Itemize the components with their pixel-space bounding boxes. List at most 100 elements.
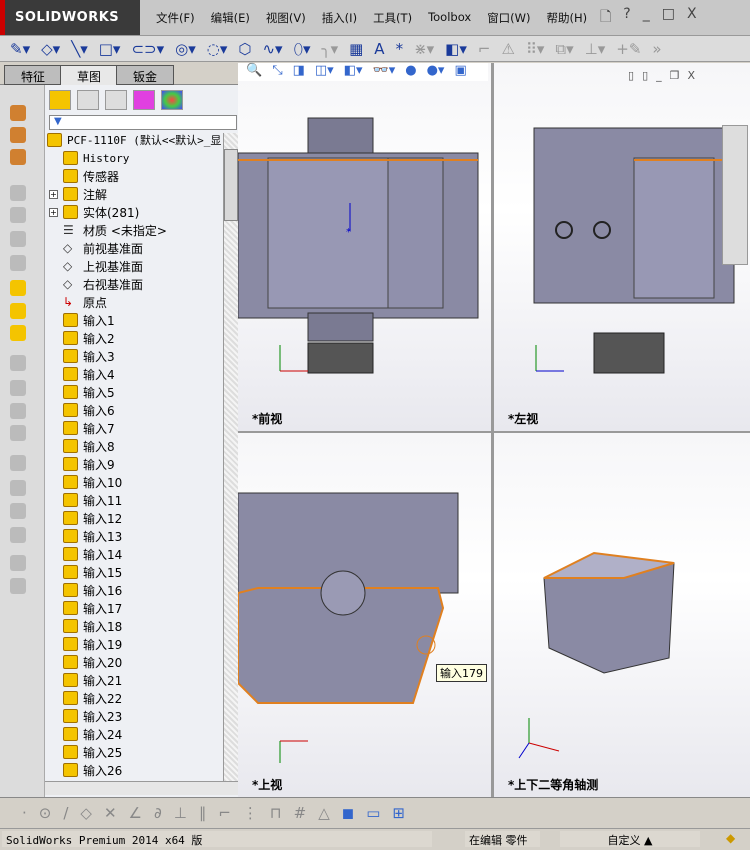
view-settings-icon[interactable]: ▣ [454,63,466,81]
spline-icon[interactable]: ∿▾ [262,40,282,58]
move-icon[interactable]: ⧉▾ [555,40,573,58]
sketch-tool-icon[interactable] [10,255,26,271]
offset-icon[interactable]: ⌐ [478,40,491,58]
convert-icon[interactable]: ◧▾ [445,40,467,58]
sketch-tool-icon[interactable] [10,149,26,165]
scene-icon[interactable]: ●▾ [427,63,445,81]
sketch-tool-icon[interactable] [10,455,26,471]
viewport-top[interactable]: *上视 [238,433,491,797]
3d-view-icon[interactable]: ◼ [342,804,354,822]
zoom-area-icon[interactable]: ⤡ [272,63,282,81]
tree-vertical-scrollbar[interactable] [223,133,238,781]
close-button[interactable]: X [687,6,697,30]
tree-item[interactable]: 输入20 [63,653,223,671]
dimxpert-tab-icon[interactable] [133,90,155,110]
units-selector[interactable]: 自定义 ▲ [560,831,700,847]
sketch-tool-icon[interactable] [10,425,26,441]
tree-horizontal-scrollbar[interactable] [45,781,238,795]
text-icon[interactable]: A [374,40,384,58]
tree-item[interactable]: ◇ 前视基准面 [63,239,223,257]
sketch-tool-icon[interactable] [10,355,26,371]
point-icon[interactable]: * [396,40,404,58]
trim-icon[interactable]: ⋇▾ [414,40,434,58]
tree-item[interactable]: ◇ 上视基准面 [63,257,223,275]
sketch-tool-icon[interactable] [10,105,26,121]
tree-item[interactable]: 输入12 [63,509,223,527]
maximize-button[interactable]: □ [662,6,675,30]
task-pane-tabs[interactable] [722,125,748,265]
menu-item[interactable]: Toolbox [420,10,479,26]
sketch-tool-icon[interactable] [10,503,26,519]
tag-icon[interactable]: ◆ [726,831,735,845]
viewport-minimize-icon[interactable]: _ [656,69,662,82]
warning-icon[interactable]: ⚠ [501,40,514,58]
sketch-tool-icon[interactable] [10,555,26,571]
tree-item[interactable]: 输入22 [63,689,223,707]
menu-item[interactable]: 插入(I) [314,10,365,26]
tree-item[interactable]: 输入19 [63,635,223,653]
display-style-icon[interactable]: ◧▾ [344,63,363,81]
tree-item[interactable]: 传感器 [63,167,223,185]
viewport-front[interactable]: * *前视 [238,63,491,431]
line-icon[interactable]: / [63,804,68,822]
tree-item[interactable]: 输入7 [63,419,223,437]
viewport-close-icon[interactable]: X [688,69,696,82]
grid-icon[interactable]: ⋮ [243,804,258,822]
expand-icon[interactable]: + [49,207,58,217]
menu-item[interactable]: 窗口(W) [479,10,538,26]
tree-item[interactable]: 输入15 [63,563,223,581]
tree-item[interactable]: 输入21 [63,671,223,689]
viewport-isometric[interactable]: *上下二等角轴测 [494,433,750,797]
tree-item[interactable]: 输入5 [63,383,223,401]
tree-item[interactable]: + 实体(281) [49,203,223,221]
sketch-tool-icon[interactable] [10,325,26,341]
menu-item[interactable]: 工具(T) [365,10,420,26]
menu-item[interactable]: 视图(V) [258,10,314,26]
polygon-icon[interactable]: ◇ [80,804,92,822]
sketch-tool-icon[interactable] [10,280,26,296]
triangle-icon[interactable]: △ [318,804,330,822]
tangent-icon[interactable]: ∂ [154,804,162,822]
tree-item[interactable]: ☰ 材质 <未指定> [63,221,223,239]
sketch-icon[interactable]: ✎▾ [10,40,30,58]
tab-sketch[interactable]: 草图 [60,65,118,87]
intersect-icon[interactable]: ✕ [104,804,117,822]
four-view-icon[interactable]: ⊞ [392,804,405,822]
smart-dimension-icon[interactable]: ◇▾ [41,40,60,58]
horizontal-splitter[interactable] [238,431,750,433]
tab-sheet-metal[interactable]: 钣金 [116,65,174,85]
tree-item[interactable]: History [63,149,223,167]
view-orientation-icon[interactable]: ◫▾ [315,63,334,81]
tree-filter-input[interactable]: ▼ [49,115,237,130]
tree-item[interactable]: 输入14 [63,545,223,563]
tree-item[interactable]: 输入6 [63,401,223,419]
graphics-area[interactable]: * *前视 *左视 *上视 *上下二等角轴测 🔍 ⤡ ◨ ◫▾ ◧▾ 👓▾ ● ●▾ ▣ ▯ ▯ _… [238,63,750,797]
tree-root[interactable]: PCF-1110F (默认<<默认>_显 [47,133,223,149]
plane-icon[interactable]: ▦ [349,40,363,58]
sketch-tool-icon[interactable] [10,380,26,396]
configuration-manager-tab-icon[interactable] [105,90,127,110]
new-document-icon[interactable]: 🗋 [600,6,611,30]
tree-item[interactable]: 输入17 [63,599,223,617]
repair-icon[interactable]: +✎ [616,40,641,58]
tree-item[interactable]: 输入16 [63,581,223,599]
property-manager-tab-icon[interactable] [77,90,99,110]
tree-item[interactable]: ↳ 原点 [63,293,223,311]
viewport-left[interactable]: *左视 [494,63,750,431]
tab-features[interactable]: 特征 [4,65,62,85]
circle-icon[interactable]: ⊙ [39,804,52,822]
corner-icon[interactable]: ⌐ [218,804,231,822]
tree-item[interactable]: 输入11 [63,491,223,509]
menu-item[interactable]: 帮助(H) [539,10,596,26]
sketch-tool-icon[interactable] [10,303,26,319]
sketch-tool-icon[interactable] [10,127,26,143]
sketch-tool-icon[interactable] [10,403,26,419]
sketch-tool-icon[interactable] [10,231,26,247]
tree-item[interactable]: 输入13 [63,527,223,545]
tree-item[interactable]: 输入24 [63,725,223,743]
tree-item[interactable]: 输入3 [63,347,223,365]
tree-item[interactable]: 输入10 [63,473,223,491]
parallel-icon[interactable]: ∥ [199,804,207,822]
vertical-splitter[interactable] [491,63,494,797]
pattern-icon[interactable]: ⠿▾ [526,40,545,58]
